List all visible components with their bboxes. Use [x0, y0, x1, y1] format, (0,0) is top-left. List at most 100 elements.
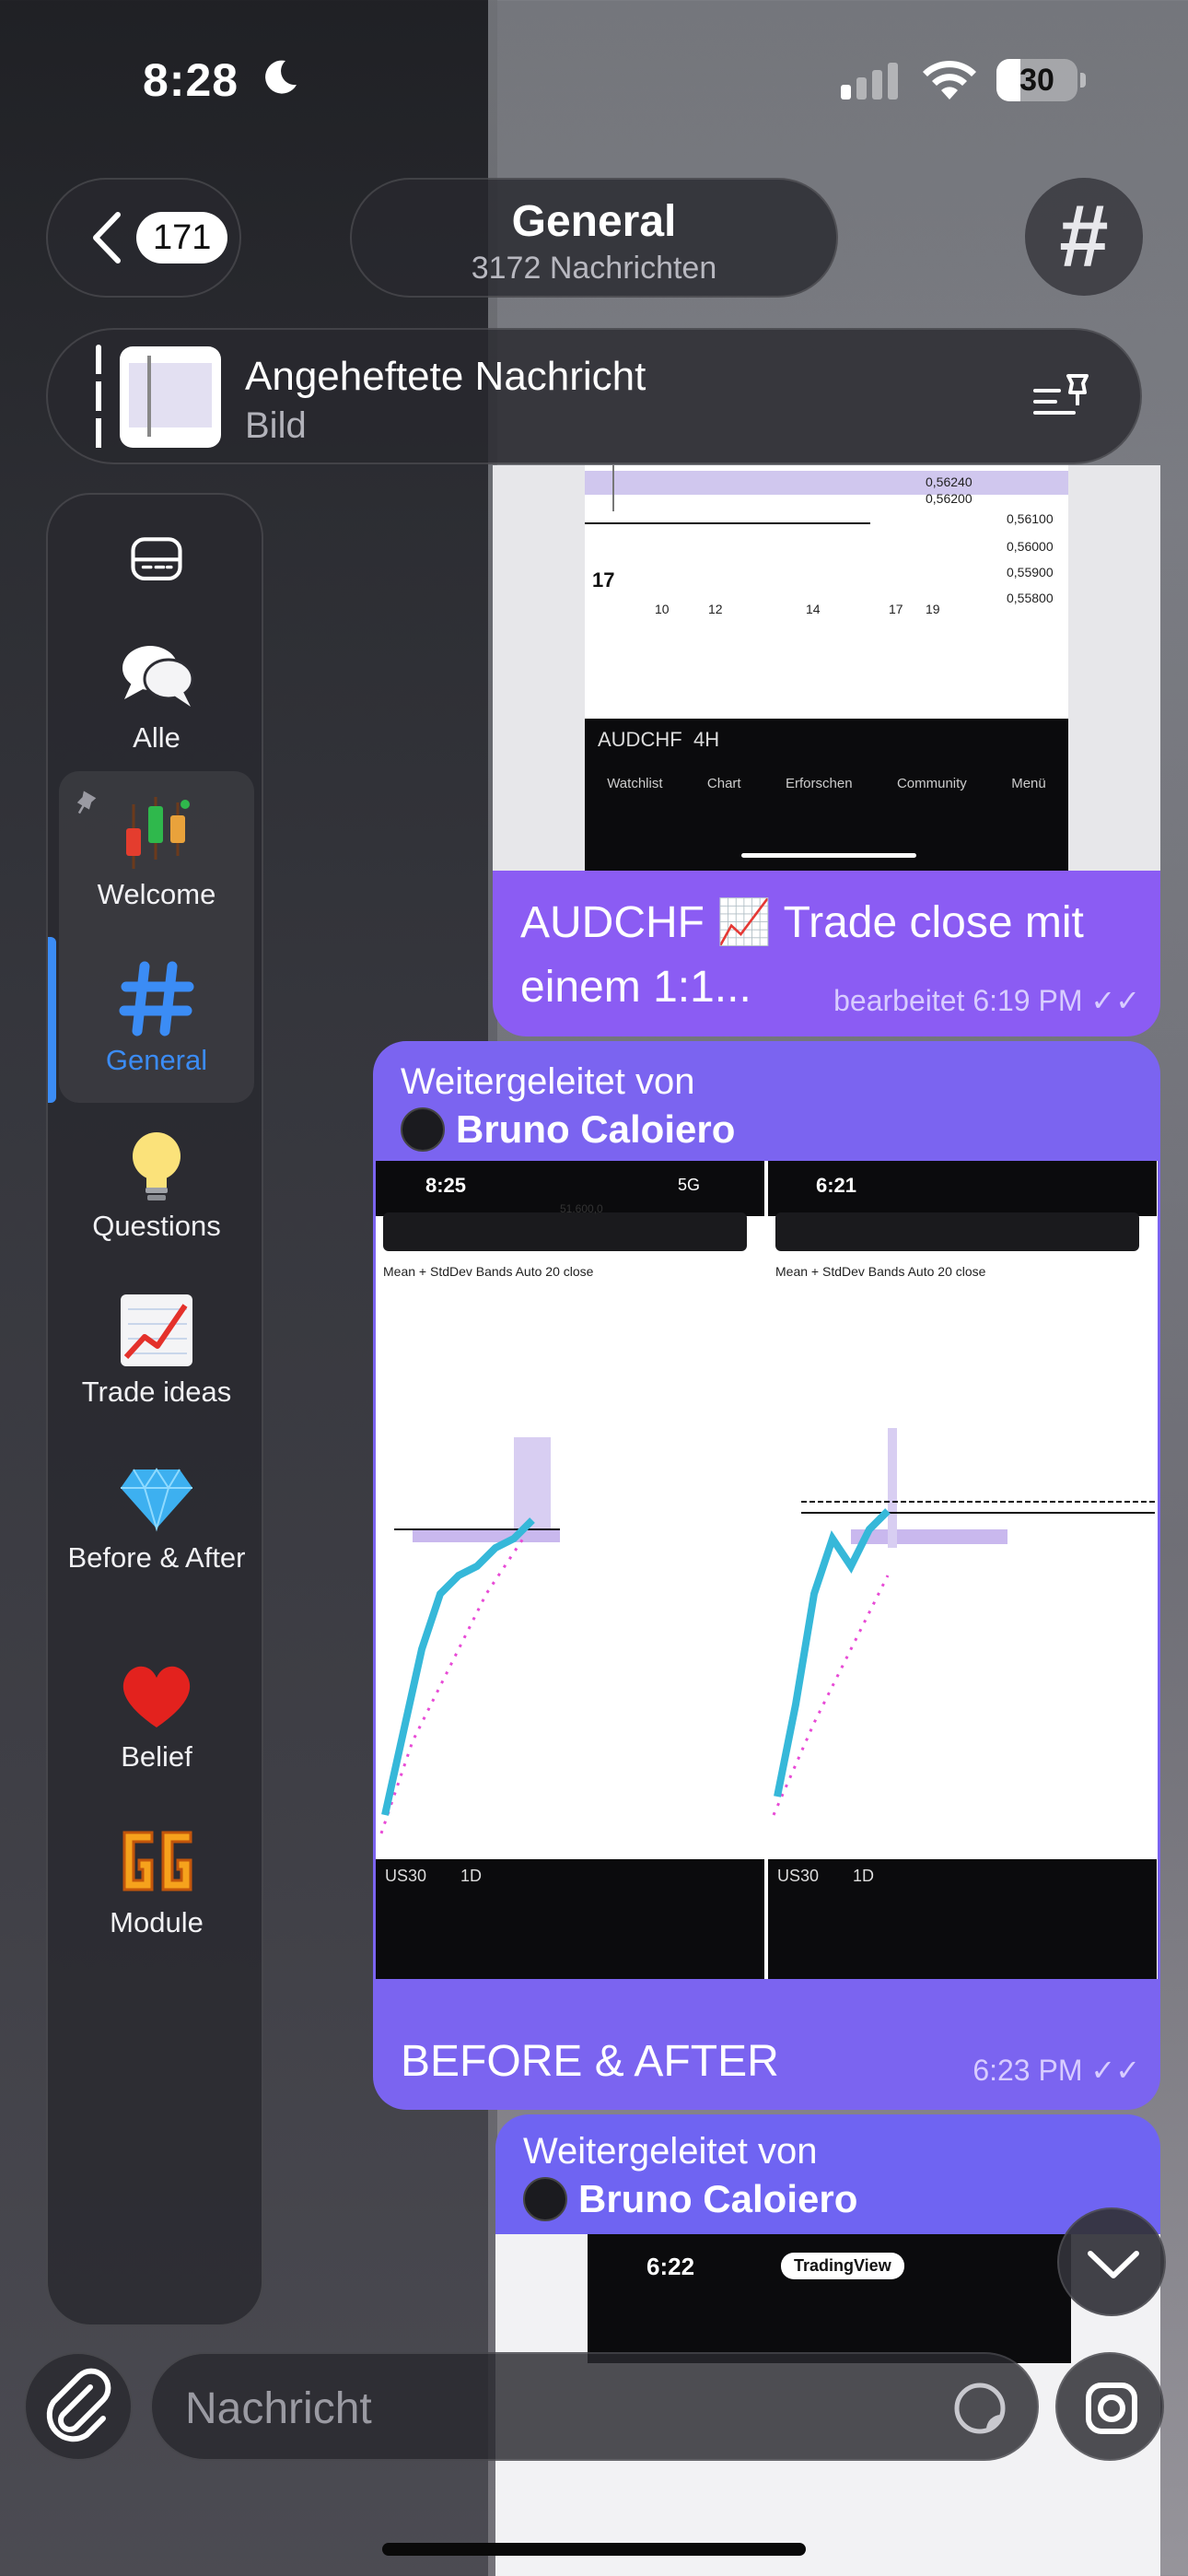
- tradingview-toolbar: US30 1D: [768, 1859, 1157, 1979]
- price-label: 0,56240: [926, 474, 973, 489]
- pinned-message-bar[interactable]: Angeheftete Nachricht Bild: [46, 328, 1142, 464]
- sidebar-item-general[interactable]: General: [48, 957, 265, 1076]
- topics-list-icon: [131, 537, 182, 581]
- forwarded-from-name[interactable]: Bruno Caloiero: [578, 2177, 857, 2221]
- back-button[interactable]: 171: [46, 178, 241, 298]
- tradingview-toolbar: US30 1D: [376, 1859, 764, 1979]
- read-checkmarks-icon: ✓✓: [1090, 984, 1140, 1017]
- sidebar-item-belief[interactable]: Belief: [48, 1654, 265, 1773]
- price-label: 0,56000: [1007, 539, 1054, 554]
- camera-button[interactable]: [1055, 2352, 1164, 2461]
- sidebar-item-welcome[interactable]: Welcome: [48, 790, 265, 910]
- sidebar-item-questions[interactable]: Questions: [48, 1123, 265, 1242]
- battery-level: 30: [1019, 63, 1054, 98]
- pinned-title: Angeheftete Nachricht: [245, 354, 646, 399]
- price-label: 0,56100: [1007, 511, 1054, 526]
- forward-avatar: [401, 1107, 445, 1152]
- scroll-to-bottom-button[interactable]: [1057, 2207, 1166, 2316]
- wifi-icon: [923, 60, 976, 100]
- date-label: 17: [889, 602, 903, 616]
- tradingview-toolbar: AUDCHF 4H Watchlist Chart Erforschen Com…: [585, 719, 1068, 871]
- candles-after: [772, 1428, 1155, 1816]
- pinned-topic-icon: [76, 790, 97, 814]
- symbol-label: AUDCHF: [598, 728, 682, 751]
- paperclip-icon: [46, 2368, 111, 2442]
- price-label: 0,56200: [926, 491, 973, 506]
- date-label: 10: [655, 602, 670, 616]
- price-label: 51.600,0: [560, 1202, 603, 1215]
- message-bubble-before-after[interactable]: Weitergeleitet von Bruno Caloiero 8:25 5…: [373, 1041, 1160, 2110]
- sidebar-item-before-after[interactable]: Before & After: [48, 1455, 265, 1574]
- sidebar-item-label: Welcome: [97, 878, 216, 910]
- timeframe-label: 4H: [693, 728, 720, 751]
- timeframe-label: 1D: [853, 1867, 875, 1885]
- sidebar-item-trade-ideas[interactable]: Trade ideas: [48, 1289, 265, 1408]
- price-label: 0,55800: [1007, 591, 1054, 605]
- chart-line: [585, 522, 870, 524]
- screenshot-after[interactable]: 6:21 Mean + StdDev Bands Auto 20 close U…: [768, 1161, 1157, 1979]
- price-label: 0,55900: [1007, 565, 1054, 580]
- speech-bubbles-icon: [122, 646, 194, 707]
- home-indicator: [382, 2543, 806, 2556]
- gem-icon: [121, 1468, 192, 1532]
- chart-zone: [585, 471, 1068, 495]
- symbol-label: US30: [385, 1867, 427, 1885]
- date-label: 12: [708, 602, 723, 616]
- message-image-album[interactable]: 8:25 5G Mean + StdDev Bands Auto 20 clos…: [376, 1161, 1158, 1979]
- message-bubble-audchf[interactable]: 17 0,56240 0,56200 0,56100 0,56000 0,559…: [493, 465, 1160, 1036]
- chat-subtitle: 3172 Nachrichten: [471, 251, 717, 286]
- screenshot-time: 6:22: [646, 2253, 695, 2280]
- message-bubble-forwarded[interactable]: Weitergeleitet von Bruno Caloiero 6:22 T…: [495, 2114, 1160, 2576]
- sidebar-item-label: General: [105, 1044, 208, 1076]
- tab-menu: Menü: [1011, 776, 1046, 791]
- candles-before: [379, 1437, 560, 1834]
- date-label: 19: [926, 602, 940, 616]
- drawing-toolbar: [383, 1212, 747, 1251]
- indicator-label: Mean + StdDev Bands Auto 20 close: [383, 1264, 594, 1279]
- sidebar-item-label: Questions: [92, 1210, 221, 1242]
- symbol-label: US30: [777, 1867, 820, 1885]
- topics-sidebar: Alle Welcome General Questions Trade ide…: [46, 493, 263, 2326]
- sidebar-item-label: Before & After: [67, 1541, 246, 1574]
- tradingview-badge: TradingView: [781, 2253, 904, 2279]
- message-meta: 6:23 PM ✓✓: [973, 2053, 1140, 2088]
- screenshot-time: 8:25: [425, 1174, 467, 1197]
- sidebar-item-label: Alle: [133, 721, 181, 754]
- hashtag-icon: [119, 961, 194, 1036]
- pinned-subtitle: Bild: [245, 405, 307, 446]
- forwarded-from-name[interactable]: Bruno Caloiero: [456, 1107, 735, 1152]
- forwarded-label: Weitergeleitet von: [401, 1061, 695, 1102]
- screenshot-time: 6:21: [816, 1174, 857, 1197]
- attach-button[interactable]: [24, 2352, 133, 2461]
- moon-icon: [265, 60, 297, 94]
- message-image[interactable]: 17 0,56240 0,56200 0,56100 0,56000 0,559…: [493, 465, 1160, 871]
- tab-chart: Chart: [706, 776, 741, 791]
- battery-icon: 30: [996, 59, 1086, 101]
- candlestick-icon: [126, 797, 190, 869]
- screenshot-before[interactable]: 8:25 5G Mean + StdDev Bands Auto 20 clos…: [376, 1161, 764, 1979]
- message-time: 6:23 PM: [973, 2054, 1083, 2087]
- screenshot-status-bar: 6:22 TradingView: [588, 2234, 1071, 2363]
- status-time: 8:28: [143, 54, 239, 106]
- lightbulb-icon: [133, 1132, 181, 1200]
- sidebar-item-label: Module: [110, 1906, 204, 1938]
- chat-title-pill[interactable]: General 3172 Nachrichten: [350, 178, 838, 298]
- camera-icon: [1086, 2383, 1137, 2434]
- sticker-icon[interactable]: [953, 2382, 1007, 2435]
- topic-avatar-button[interactable]: #: [1025, 178, 1143, 296]
- home-indicator: [741, 853, 916, 858]
- message-time: bearbeitet 6:19 PM: [833, 984, 1083, 1017]
- sidebar-item-topics[interactable]: [48, 521, 265, 589]
- chevron-down-icon: [1088, 2251, 1139, 2278]
- gg-icon: [122, 1831, 192, 1891]
- pin-list-icon[interactable]: [1031, 370, 1092, 426]
- sidebar-item-label: Belief: [121, 1740, 192, 1773]
- cellular-signal-icon: [841, 63, 898, 100]
- message-input[interactable]: Nachricht: [150, 2352, 1039, 2461]
- chat-title: General: [511, 197, 677, 246]
- sidebar-item-module[interactable]: Module: [48, 1820, 265, 1938]
- heart-icon: [122, 1666, 191, 1727]
- tab-watchlist: Watchlist: [607, 776, 663, 791]
- read-checkmarks-icon: ✓✓: [1090, 2054, 1140, 2087]
- sidebar-item-alle[interactable]: Alle: [48, 635, 265, 754]
